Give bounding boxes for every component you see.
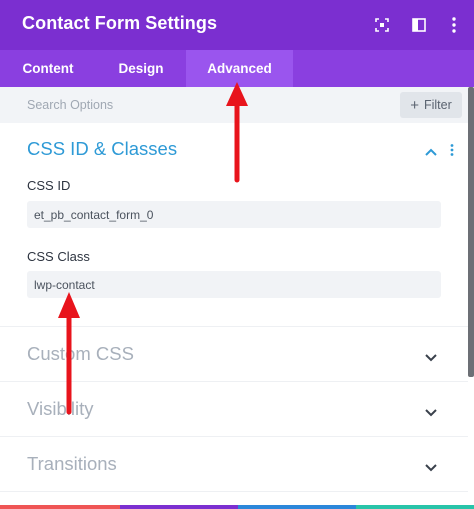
modal-header: Contact Form Settings — [0, 0, 474, 50]
css-class-input[interactable] — [27, 271, 441, 298]
undo-button[interactable] — [120, 505, 238, 509]
section-transitions[interactable]: Transitions — [0, 437, 468, 492]
save-button[interactable] — [356, 505, 474, 509]
section-title: Transitions — [27, 453, 117, 474]
tab-design[interactable]: Design — [96, 50, 186, 87]
chevron-down-icon[interactable] — [425, 349, 437, 367]
redo-button[interactable] — [238, 505, 356, 509]
split-view-icon[interactable] — [409, 15, 429, 35]
tab-content[interactable]: Content — [0, 50, 96, 87]
bottom-action-bar — [0, 505, 474, 509]
scrollbar[interactable] — [468, 87, 474, 377]
filter-label: Filter — [423, 98, 452, 112]
css-id-input[interactable] — [27, 201, 441, 228]
css-id-label: CSS ID — [27, 178, 71, 193]
chevron-down-icon[interactable] — [425, 404, 437, 422]
plus-icon: + — [410, 96, 419, 114]
section-title[interactable]: CSS ID & Classes — [27, 138, 177, 160]
expand-icon[interactable] — [372, 15, 392, 35]
chevron-down-icon[interactable] — [425, 459, 437, 477]
annotation-arrow-up-icon — [58, 292, 80, 415]
modal-title: Contact Form Settings — [22, 13, 218, 33]
chevron-up-icon[interactable] — [425, 143, 437, 161]
css-class-label: CSS Class — [27, 249, 90, 264]
discard-button[interactable] — [0, 505, 120, 509]
filter-button[interactable]: + Filter — [400, 92, 462, 118]
annotation-arrow-up-icon — [226, 82, 248, 183]
search-input[interactable] — [0, 87, 390, 123]
more-icon[interactable] — [444, 15, 464, 35]
section-more-icon[interactable] — [450, 143, 454, 161]
